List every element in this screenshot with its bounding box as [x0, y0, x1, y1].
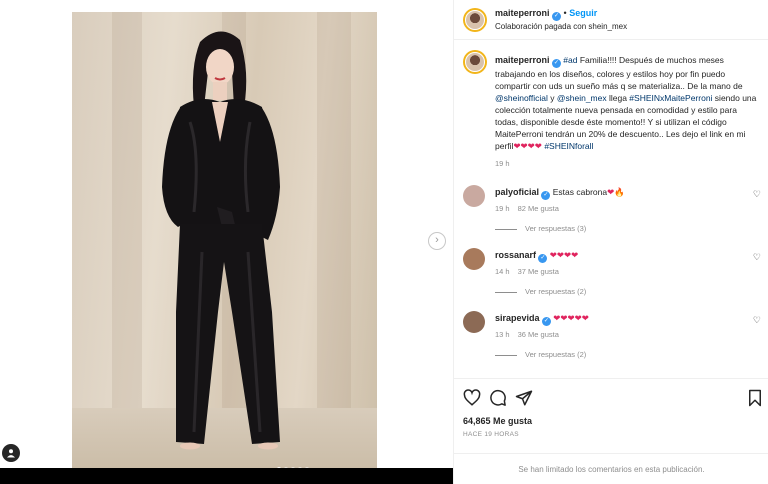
comment-emoji: ❤🔥 — [607, 187, 625, 197]
verified-icon: ✓ — [538, 254, 548, 263]
avatar[interactable] — [463, 185, 485, 207]
comments-scroll-area[interactable]: maiteperroni ✓ #ad Familia!!!! Después d… — [454, 41, 768, 376]
comment-text: rossanarf ✓ ❤❤❤❤ — [495, 250, 578, 263]
user-tag-icon[interactable] — [2, 444, 20, 462]
avatar[interactable] — [463, 8, 487, 32]
caption-text: y — [547, 93, 557, 103]
comment-body: Estas cabrona — [552, 187, 608, 197]
hashtag-link[interactable]: #ad — [563, 55, 577, 65]
comment-icon[interactable] — [489, 389, 507, 407]
share-icon[interactable] — [515, 389, 533, 407]
comment-text: palyoficial ✓ Estas cabrona❤🔥 — [495, 187, 625, 200]
view-replies-label[interactable]: Ver respuestas (3) — [525, 224, 586, 233]
verified-icon: ✓ — [541, 191, 551, 200]
comment-username[interactable]: palyoficial — [495, 187, 539, 197]
mention-link[interactable]: @shein_mex — [557, 93, 607, 103]
caption-body: #ad Familia!!!! Después de muchos meses … — [495, 55, 756, 151]
caption-time: 19 h — [495, 159, 510, 168]
post-timestamp[interactable]: HACE 19 HORAS — [463, 431, 519, 438]
mention-link[interactable]: @sheinofficial — [495, 93, 548, 103]
comment-likes[interactable]: 37 Me gusta — [518, 267, 559, 276]
media-bottom-bar — [0, 468, 453, 484]
hashtag-link[interactable]: #SHEINxMaitePerroni — [629, 93, 712, 103]
heart-icon[interactable] — [463, 389, 481, 407]
post-header: maiteperroni ✓ • Seguir Colaboración pag… — [454, 0, 768, 40]
comment-time[interactable]: 14 h — [495, 267, 510, 276]
post-caption: maiteperroni ✓ #ad Familia!!!! Después d… — [495, 54, 757, 170]
verified-icon: ✓ — [541, 317, 551, 326]
replies-line — [495, 291, 517, 293]
comment-likes[interactable]: 82 Me gusta — [518, 204, 559, 213]
comment-time[interactable]: 19 h — [495, 204, 510, 213]
replies-line — [495, 354, 517, 356]
comment-text: sirapevida ✓ ❤❤❤❤❤ — [495, 313, 589, 326]
view-replies-button[interactable]: Ver respuestas (2) — [495, 350, 586, 359]
comment-meta: 19 h 82 Me gusta — [495, 204, 567, 213]
avatar[interactable] — [463, 248, 485, 270]
hashtag-link[interactable]: #SHEINforall — [544, 141, 593, 151]
post-media: › — [0, 0, 453, 484]
comments-limited-notice: Se han limitado los comentarios en esta … — [454, 453, 768, 484]
avatar[interactable] — [463, 50, 487, 74]
paid-partnership-label[interactable]: Colaboración pagada con shein_mex — [495, 22, 627, 31]
comment-emoji: ❤❤❤❤ — [549, 250, 579, 260]
comment-username[interactable]: sirapevida — [495, 313, 540, 323]
view-replies-button[interactable]: Ver respuestas (2) — [495, 287, 586, 296]
author-username[interactable]: maiteperroni — [495, 8, 550, 18]
comment-meta: 13 h 36 Me gusta — [495, 330, 567, 339]
caption-text: llega — [606, 93, 630, 103]
heart-icon[interactable]: ♡ — [753, 252, 761, 263]
caption-username[interactable]: maiteperroni — [495, 55, 550, 65]
view-replies-label[interactable]: Ver respuestas (2) — [525, 287, 586, 296]
separator-dot: • — [563, 8, 567, 18]
chevron-right-icon[interactable]: › — [428, 232, 446, 250]
avatar[interactable] — [463, 311, 485, 333]
comment-emoji: ❤❤❤❤❤ — [553, 313, 589, 323]
view-replies-label[interactable]: Ver respuestas (2) — [525, 350, 586, 359]
verified-icon: ✓ — [552, 12, 562, 21]
view-replies-button[interactable]: Ver respuestas (3) — [495, 224, 586, 233]
woman-in-black-suit — [162, 31, 280, 450]
verified-icon: ✓ — [551, 59, 561, 68]
post-side-panel: maiteperroni ✓ • Seguir Colaboración pag… — [453, 0, 768, 484]
heart-icon[interactable]: ♡ — [753, 315, 761, 326]
like-count[interactable]: 64,865 Me gusta — [463, 416, 532, 426]
bookmark-icon[interactable] — [746, 389, 764, 407]
heart-emoji: ❤❤❤❤ — [513, 141, 542, 151]
replies-line — [495, 228, 517, 230]
post-photo[interactable] — [72, 12, 377, 468]
comment-time[interactable]: 13 h — [495, 330, 510, 339]
comment-meta: 14 h 37 Me gusta — [495, 267, 567, 276]
comment-likes[interactable]: 36 Me gusta — [518, 330, 559, 339]
comment-username[interactable]: rossanarf — [495, 250, 536, 260]
post-actions: 64,865 Me gusta HACE 19 HORAS Se han lim… — [454, 378, 768, 484]
follow-button[interactable]: Seguir — [569, 8, 597, 18]
heart-icon[interactable]: ♡ — [753, 189, 761, 200]
